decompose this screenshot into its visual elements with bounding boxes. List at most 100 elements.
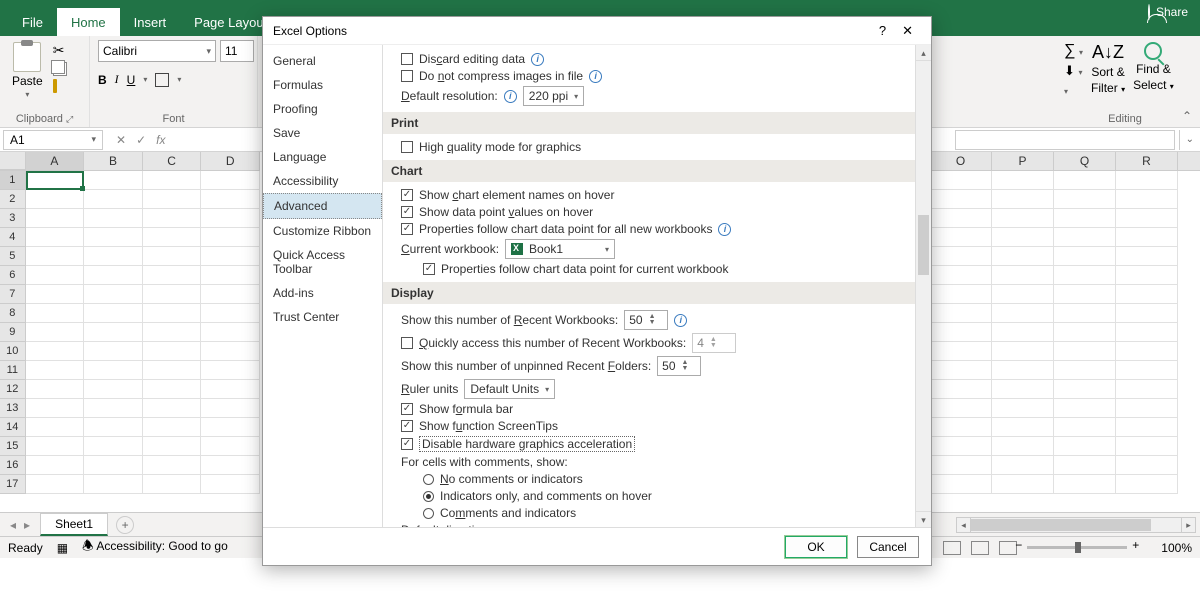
cell[interactable] (992, 228, 1054, 247)
cell[interactable] (84, 209, 143, 228)
cell[interactable] (1116, 304, 1178, 323)
cell[interactable] (1054, 399, 1116, 418)
cell[interactable] (992, 437, 1054, 456)
formula-input[interactable] (955, 130, 1175, 150)
cell[interactable] (992, 380, 1054, 399)
cell[interactable] (1054, 228, 1116, 247)
cell[interactable] (26, 456, 85, 475)
cell[interactable] (201, 380, 260, 399)
scroll-left-icon[interactable]: ◂ (957, 518, 971, 532)
cell[interactable] (201, 475, 260, 494)
info-icon[interactable] (718, 223, 731, 236)
autosum-icon[interactable]: ∑ (1064, 42, 1075, 59)
cell[interactable] (143, 228, 202, 247)
cell[interactable] (930, 437, 992, 456)
checkbox-no-compress[interactable] (401, 70, 413, 82)
stats-icon[interactable]: ▦ (57, 541, 68, 555)
horizontal-scrollbar[interactable]: ◂ ▸ (956, 517, 1196, 533)
col-header[interactable]: D (201, 152, 260, 170)
cell[interactable] (1116, 399, 1178, 418)
row-header[interactable]: 15 (0, 437, 26, 456)
cell[interactable] (1054, 361, 1116, 380)
cell[interactable] (84, 437, 143, 456)
cell[interactable] (930, 418, 992, 437)
cell[interactable] (1054, 418, 1116, 437)
cell[interactable] (1116, 209, 1178, 228)
cell[interactable] (992, 171, 1054, 190)
checkbox-chart-hover-names[interactable] (401, 189, 413, 201)
fill-icon[interactable]: ⬇ (1064, 63, 1075, 78)
cell[interactable] (84, 399, 143, 418)
expand-formula-bar[interactable]: ⌄ (1179, 130, 1200, 150)
paste-button[interactable]: Paste ▾ (8, 40, 47, 101)
cell[interactable] (930, 380, 992, 399)
nav-item-save[interactable]: Save (263, 121, 382, 145)
cell[interactable] (26, 266, 85, 285)
cell[interactable] (201, 323, 260, 342)
info-icon[interactable] (674, 314, 687, 327)
cell[interactable] (930, 190, 992, 209)
sheet-tab[interactable]: Sheet1 (40, 513, 108, 536)
row-header[interactable]: 2 (0, 190, 26, 209)
sheet-prev-icon[interactable]: ◂ (10, 518, 16, 532)
cell[interactable] (930, 399, 992, 418)
cell[interactable] (992, 285, 1054, 304)
cell[interactable] (84, 380, 143, 399)
cell[interactable] (930, 323, 992, 342)
cell[interactable] (201, 171, 260, 190)
fx-icon[interactable]: fx (156, 133, 165, 147)
cell[interactable] (143, 171, 202, 190)
cell[interactable] (992, 418, 1054, 437)
radio-no-comments[interactable] (423, 474, 434, 485)
cell[interactable] (1054, 323, 1116, 342)
row-header[interactable]: 12 (0, 380, 26, 399)
col-header[interactable]: A (26, 152, 85, 170)
nav-item-general[interactable]: General (263, 49, 382, 73)
cell[interactable] (26, 399, 85, 418)
row-header[interactable]: 14 (0, 418, 26, 437)
cell[interactable] (26, 418, 85, 437)
bold-button[interactable]: B (98, 73, 107, 87)
cell[interactable] (143, 323, 202, 342)
cell[interactable] (143, 247, 202, 266)
nav-item-formulas[interactable]: Formulas (263, 73, 382, 97)
scroll-up-icon[interactable]: ▴ (916, 45, 931, 61)
cell[interactable] (26, 247, 85, 266)
sort-filter-button[interactable]: A↓Z Sort & Filter ▾ (1091, 42, 1125, 95)
borders-button[interactable] (155, 73, 169, 87)
cell[interactable] (143, 342, 202, 361)
cell[interactable] (1054, 475, 1116, 494)
cell[interactable] (1116, 361, 1178, 380)
cell[interactable] (143, 209, 202, 228)
cell[interactable] (201, 342, 260, 361)
scroll-down-icon[interactable]: ▾ (916, 511, 931, 527)
cell[interactable] (143, 437, 202, 456)
info-icon[interactable] (504, 90, 517, 103)
checkbox-chart-hover-values[interactable] (401, 206, 413, 218)
nav-item-trust-center[interactable]: Trust Center (263, 305, 382, 329)
nav-item-add-ins[interactable]: Add-ins (263, 281, 382, 305)
ruler-units-combo[interactable]: Default Units▾ (464, 379, 555, 399)
row-header[interactable]: 16 (0, 456, 26, 475)
cut-icon[interactable]: ✂ (53, 42, 67, 59)
cell[interactable] (930, 475, 992, 494)
cell[interactable] (201, 437, 260, 456)
cell[interactable] (1054, 342, 1116, 361)
checkbox-props-current-workbook[interactable] (423, 263, 435, 275)
cell[interactable] (930, 209, 992, 228)
cell[interactable] (992, 361, 1054, 380)
row-header[interactable]: 9 (0, 323, 26, 342)
row-header[interactable]: 5 (0, 247, 26, 266)
cell[interactable] (1116, 228, 1178, 247)
cell[interactable] (1054, 266, 1116, 285)
col-header[interactable]: C (143, 152, 202, 170)
checkbox-props-all-workbooks[interactable] (401, 223, 413, 235)
cell[interactable] (992, 399, 1054, 418)
nav-item-customize-ribbon[interactable]: Customize Ribbon (263, 219, 382, 243)
row-header[interactable]: 11 (0, 361, 26, 380)
cell[interactable] (1116, 380, 1178, 399)
cell[interactable] (201, 228, 260, 247)
checkbox-discard-editing[interactable] (401, 53, 413, 65)
sheet-next-icon[interactable]: ▸ (24, 518, 30, 532)
cell[interactable] (201, 209, 260, 228)
